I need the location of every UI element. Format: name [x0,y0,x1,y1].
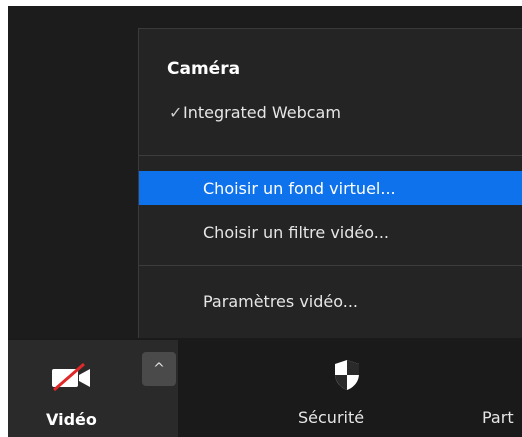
menu-divider [139,265,522,266]
menu-item-video-filter[interactable]: Choisir un filtre vidéo... [139,215,522,249]
menu-item-label: Choisir un fond virtuel... [203,178,396,198]
meeting-toolbar: Vidéo ^ Sécurité Part [8,338,522,437]
menu-item-label: Integrated Webcam [183,102,341,122]
chevron-up-icon: ^ [153,361,165,377]
menu-item-integrated-webcam[interactable]: ✓ Integrated Webcam [139,95,522,129]
checkmark-icon: ✓ [169,102,183,122]
shield-icon[interactable] [332,358,362,392]
menu-item-virtual-background[interactable]: Choisir un fond virtuel... [139,171,522,205]
menu-item-label: Choisir un filtre vidéo... [203,222,389,242]
menu-item-video-settings[interactable]: Paramètres vidéo... [139,284,522,318]
share-label[interactable]: Part [482,408,514,427]
video-options-arrow-button[interactable]: ^ [142,352,176,386]
menu-divider [139,155,522,156]
security-label: Sécurité [298,408,365,427]
video-options-menu: Caméra ✓ Integrated Webcam Choisir un fo… [138,28,522,338]
menu-item-label: Paramètres vidéo... [203,291,358,311]
screen: Caméra ✓ Integrated Webcam Choisir un fo… [0,0,522,437]
video-off-icon [52,362,90,392]
video-label: Vidéo [46,410,97,429]
menu-header-camera: Caméra [167,59,241,79]
